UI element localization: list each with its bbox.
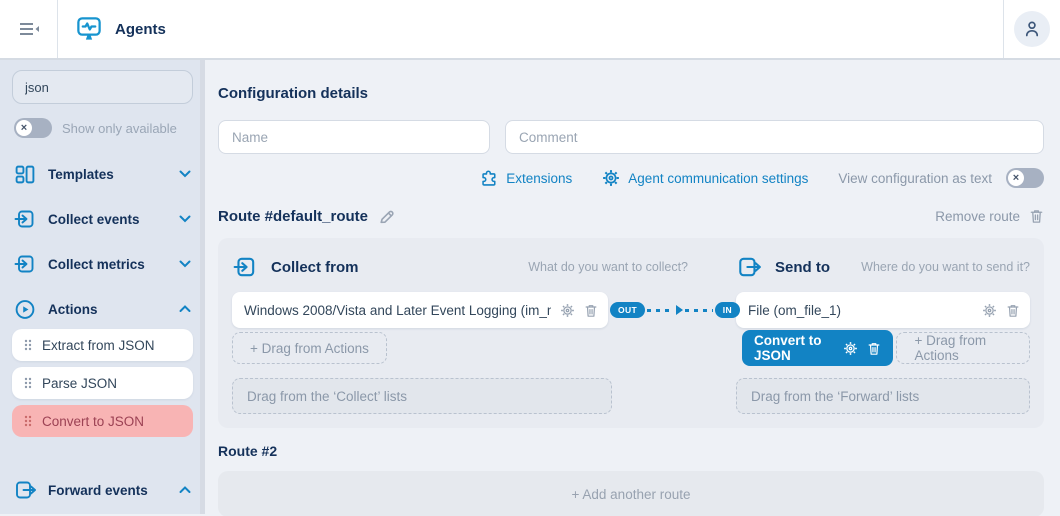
collect-lists-dropzone[interactable]: Drag from the ‘Collect’ lists	[232, 378, 612, 414]
remove-route-button[interactable]: Remove route	[935, 208, 1044, 224]
action-item-label: Extract from JSON	[42, 338, 155, 353]
extensions-link-label: Extensions	[506, 171, 572, 186]
view-config-as-text-toggle[interactable]: ×	[1006, 168, 1044, 188]
actions-list: Extract from JSON Parse JSON Convert to …	[12, 329, 193, 437]
sidebar-item-label: Templates	[48, 167, 114, 182]
toggle-off-x-icon: ×	[1008, 170, 1024, 186]
app-title: Agents	[115, 21, 166, 38]
name-field[interactable]	[218, 120, 490, 154]
in-badge: IN	[715, 302, 740, 319]
chevron-up-icon	[179, 305, 191, 313]
templates-icon	[14, 164, 36, 185]
add-another-route-button[interactable]: + Add another route	[218, 471, 1044, 516]
send-column: Send to Where do you want to send it? Fi…	[736, 252, 1030, 414]
toggle-off-x-icon: ×	[16, 120, 32, 136]
header-right-section	[1003, 0, 1060, 58]
collapse-menu-icon	[17, 19, 41, 39]
action-item-label: Convert to JSON	[42, 414, 144, 429]
collect-arrow-in-icon	[14, 253, 36, 275]
remove-route-label: Remove route	[935, 209, 1020, 224]
sidebar-item-collect-metrics[interactable]: Collect metrics	[14, 252, 191, 276]
connection-dash-line	[685, 309, 712, 312]
route-title: Route #default_route	[218, 208, 368, 225]
sidebar: × Show only available Templates Collect …	[0, 60, 205, 514]
sidebar-item-actions[interactable]: Actions	[14, 297, 191, 321]
agent-comm-link-label: Agent communication settings	[628, 171, 808, 186]
agent-communication-settings-link[interactable]: Agent communication settings	[602, 169, 808, 187]
gear-icon[interactable]	[843, 341, 858, 356]
chevron-down-icon	[179, 215, 191, 223]
user-account-button[interactable]	[1014, 11, 1050, 47]
trash-icon[interactable]	[867, 341, 881, 356]
trash-icon[interactable]	[584, 303, 598, 318]
collect-column: Collect from What do you want to collect…	[232, 252, 688, 414]
sidebar-item-label: Collect metrics	[48, 257, 145, 272]
action-item-convert-to-json[interactable]: Convert to JSON	[12, 405, 193, 437]
search-input[interactable]	[12, 70, 193, 104]
user-icon	[1022, 19, 1042, 39]
send-module-label: File (om_file_1)	[748, 303, 973, 318]
chevron-up-icon	[179, 486, 191, 494]
send-module-card[interactable]: File (om_file_1)	[736, 292, 1030, 328]
app-logo-section: Agents	[57, 0, 182, 58]
trash-icon[interactable]	[1006, 303, 1020, 318]
action-item-label: Parse JSON	[42, 376, 117, 391]
sidebar-item-collect-events[interactable]: Collect events	[14, 207, 191, 231]
connection-arrow-icon	[676, 305, 683, 315]
gear-icon	[602, 169, 620, 187]
gear-icon[interactable]	[560, 303, 575, 318]
app-header: Agents	[0, 0, 1060, 60]
send-arrow-out-icon	[736, 255, 762, 279]
convert-to-json-label: Convert to JSON	[754, 333, 834, 363]
collect-hint: What do you want to collect?	[528, 260, 688, 274]
extensions-link[interactable]: Extensions	[480, 169, 572, 187]
view-config-as-text-label: View configuration as text	[838, 171, 992, 186]
out-badge: OUT	[610, 302, 645, 319]
edit-pencil-icon[interactable]	[378, 208, 395, 225]
forward-lists-dropzone[interactable]: Drag from the ‘Forward’ lists	[736, 378, 1030, 414]
sidebar-item-label: Actions	[48, 302, 98, 317]
route2-title: Route #2	[218, 443, 1044, 459]
actions-play-circle-icon	[14, 299, 36, 320]
main-content: Configuration details Extensions Agent c…	[205, 60, 1060, 514]
connection-dash-line	[647, 309, 674, 312]
action-item-extract-from-json[interactable]: Extract from JSON	[12, 329, 193, 361]
toggle-label: Show only available	[62, 121, 177, 136]
gear-icon[interactable]	[982, 303, 997, 318]
trash-icon	[1029, 208, 1044, 224]
chevron-down-icon	[179, 170, 191, 178]
drag-handle-icon	[24, 415, 32, 427]
collect-module-card[interactable]: Windows 2008/Vista and Later Event Loggi…	[232, 292, 608, 328]
collapse-sidebar-button[interactable]	[0, 0, 57, 58]
show-only-available-toggle[interactable]: ×	[14, 118, 52, 138]
comment-field[interactable]	[505, 120, 1044, 154]
send-hint: Where do you want to send it?	[861, 260, 1030, 274]
puzzle-icon	[480, 169, 498, 187]
collect-arrow-in-icon	[232, 255, 258, 279]
sidebar-item-forward-events[interactable]: Forward events	[14, 478, 191, 502]
send-to-title: Send to	[775, 259, 830, 276]
collect-module-label: Windows 2008/Vista and Later Event Loggi…	[244, 303, 551, 318]
route-connection: OUT IN	[610, 300, 740, 320]
send-drag-from-actions-dropzone[interactable]: + Drag from Actions	[896, 332, 1030, 364]
sidebar-item-label: Forward events	[48, 483, 148, 498]
route-panel: Collect from What do you want to collect…	[218, 238, 1044, 428]
convert-to-json-action-button[interactable]: Convert to JSON	[742, 330, 893, 366]
drag-handle-icon	[24, 377, 32, 389]
forward-arrow-out-icon	[14, 479, 36, 501]
collect-from-title: Collect from	[271, 259, 359, 276]
drag-handle-icon	[24, 339, 32, 351]
collect-drag-from-actions-dropzone[interactable]: + Drag from Actions	[232, 332, 387, 364]
page-title: Configuration details	[218, 85, 1044, 103]
agents-monitor-pulse-icon	[74, 14, 104, 44]
sidebar-item-label: Collect events	[48, 212, 140, 227]
action-item-parse-json[interactable]: Parse JSON	[12, 367, 193, 399]
collect-arrow-in-icon	[14, 208, 36, 230]
sidebar-item-templates[interactable]: Templates	[14, 162, 191, 186]
chevron-down-icon	[179, 260, 191, 268]
